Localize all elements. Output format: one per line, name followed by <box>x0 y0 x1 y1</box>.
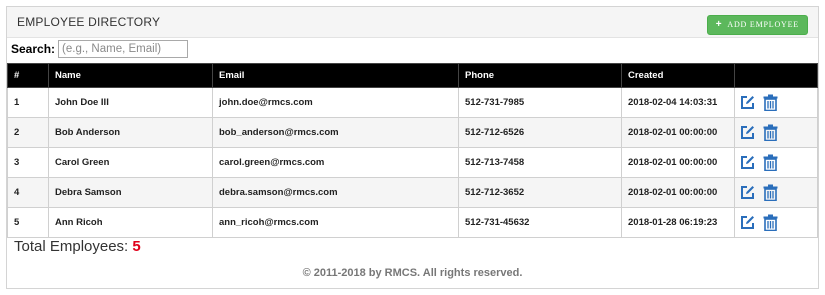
edit-icon[interactable] <box>739 214 756 231</box>
trash-icon[interactable] <box>762 124 779 141</box>
table-header-row: # Name Email Phone Created <box>7 63 818 88</box>
cell-actions <box>734 87 818 118</box>
cell-email: bob_anderson@rmcs.com <box>212 117 459 148</box>
cell-phone: 512-712-6526 <box>458 117 622 148</box>
cell-phone: 512-713-7458 <box>458 147 622 178</box>
search-bar: Search: <box>11 40 189 58</box>
employee-table: # Name Email Phone Created 1 John Doe II… <box>7 63 818 238</box>
plus-icon: + <box>715 19 723 30</box>
footer-copyright: © 2011-2018 by RMCS. All rights reserved… <box>302 267 523 279</box>
add-employee-label: ADD EMPLOYEE <box>727 20 799 29</box>
cell-actions <box>734 207 818 238</box>
column-header-created: Created <box>621 63 735 88</box>
edit-icon[interactable] <box>739 154 756 171</box>
cell-actions <box>734 177 818 208</box>
table-row: 5 Ann Ricoh ann_ricoh@rmcs.com 512-731-4… <box>7 207 818 238</box>
cell-id: 1 <box>7 87 49 118</box>
column-header-actions <box>734 63 818 88</box>
total-employees: Total Employees: 5 <box>14 238 141 255</box>
column-header-name: Name <box>48 63 213 88</box>
total-employees-count: 5 <box>132 238 141 255</box>
cell-actions <box>734 117 818 148</box>
cell-created: 2018-02-04 14:03:31 <box>621 87 735 118</box>
cell-phone: 512-712-3652 <box>458 177 622 208</box>
table-row: 2 Bob Anderson bob_anderson@rmcs.com 512… <box>7 117 818 148</box>
cell-name: Ann Ricoh <box>48 207 213 238</box>
trash-icon[interactable] <box>762 94 779 111</box>
cell-email: ann_ricoh@rmcs.com <box>212 207 459 238</box>
trash-icon[interactable] <box>762 214 779 231</box>
cell-id: 2 <box>7 117 49 148</box>
table-row: 4 Debra Samson debra.samson@rmcs.com 512… <box>7 177 818 208</box>
panel-header: EMPLOYEE DIRECTORY + ADD EMPLOYEE <box>7 7 818 38</box>
column-header-email: Email <box>212 63 459 88</box>
cell-created: 2018-01-28 06:19:23 <box>621 207 735 238</box>
table-row: 1 John Doe III john.doe@rmcs.com 512-731… <box>7 87 818 118</box>
cell-email: john.doe@rmcs.com <box>212 87 459 118</box>
cell-id: 3 <box>7 147 49 178</box>
search-label: Search: <box>11 42 56 56</box>
cell-name: John Doe III <box>48 87 213 118</box>
cell-name: Debra Samson <box>48 177 213 208</box>
total-employees-label: Total Employees: <box>14 238 129 255</box>
column-header-id: # <box>7 63 49 88</box>
cell-id: 4 <box>7 177 49 208</box>
cell-created: 2018-02-01 00:00:00 <box>621 117 735 148</box>
edit-icon[interactable] <box>739 94 756 111</box>
page-title: EMPLOYEE DIRECTORY <box>17 15 161 29</box>
cell-email: debra.samson@rmcs.com <box>212 177 459 208</box>
employee-directory-panel: EMPLOYEE DIRECTORY + ADD EMPLOYEE Search… <box>6 6 819 289</box>
cell-phone: 512-731-7985 <box>458 87 622 118</box>
table-row: 3 Carol Green carol.green@rmcs.com 512-7… <box>7 147 818 178</box>
cell-created: 2018-02-01 00:00:00 <box>621 147 735 178</box>
trash-icon[interactable] <box>762 154 779 171</box>
edit-icon[interactable] <box>739 184 756 201</box>
cell-id: 5 <box>7 207 49 238</box>
cell-email: carol.green@rmcs.com <box>212 147 459 178</box>
cell-phone: 512-731-45632 <box>458 207 622 238</box>
trash-icon[interactable] <box>762 184 779 201</box>
cell-actions <box>734 147 818 178</box>
cell-name: Carol Green <box>48 147 213 178</box>
search-input[interactable] <box>58 40 189 58</box>
add-employee-button[interactable]: + ADD EMPLOYEE <box>706 15 808 35</box>
column-header-phone: Phone <box>458 63 622 88</box>
edit-icon[interactable] <box>739 124 756 141</box>
cell-created: 2018-02-01 00:00:00 <box>621 177 735 208</box>
cell-name: Bob Anderson <box>48 117 213 148</box>
